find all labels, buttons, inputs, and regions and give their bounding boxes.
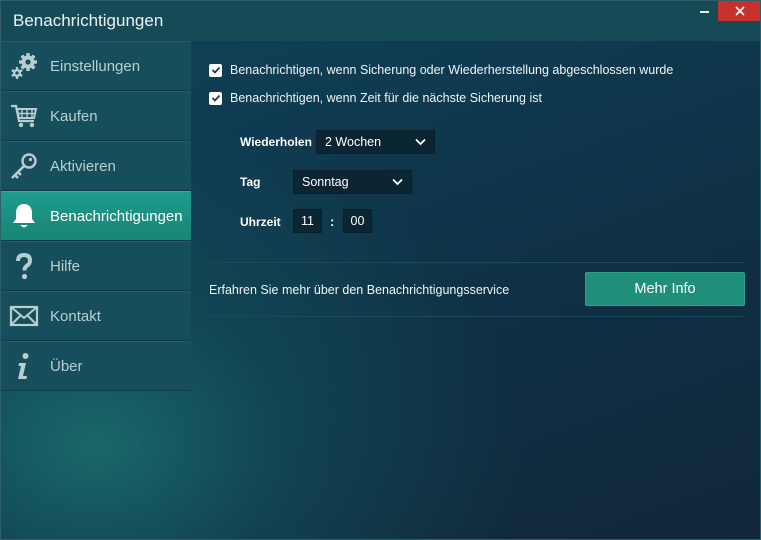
- title-bar[interactable]: Benachrichtigungen: [1, 1, 760, 41]
- mehr-info-button[interactable]: Mehr Info: [585, 272, 745, 306]
- repeat-select[interactable]: 2 Wochen: [316, 130, 435, 154]
- checkmark-icon: [211, 66, 220, 74]
- minimize-icon: [700, 11, 709, 13]
- chevron-down-icon: [392, 178, 403, 186]
- sidebar-item-label: Kaufen: [50, 108, 98, 125]
- question-icon: [9, 251, 39, 281]
- cart-icon: [9, 101, 39, 131]
- notify-backup-done-row[interactable]: Benachrichtigen, wenn Sicherung oder Wie…: [209, 61, 673, 79]
- sidebar-item-benachrichtigungen[interactable]: Benachrichtigungen: [1, 191, 191, 241]
- window-title: Benachrichtigungen: [13, 11, 164, 30]
- minimize-button[interactable]: [691, 1, 718, 21]
- close-button[interactable]: [718, 1, 760, 21]
- day-select[interactable]: Sonntag: [293, 170, 412, 194]
- sidebar: Einstellungen Kaufen Aktivieren Benachri…: [1, 41, 191, 391]
- day-label: Tag: [240, 175, 261, 189]
- time-separator: :: [330, 214, 335, 229]
- sidebar-item-label: Über: [50, 358, 83, 375]
- minute-input[interactable]: 00: [343, 209, 372, 233]
- notify-next-backup-checkbox[interactable]: [209, 91, 222, 105]
- sidebar-item-ueber[interactable]: Über: [1, 341, 191, 391]
- bell-icon: [9, 201, 39, 231]
- key-icon: [9, 151, 39, 181]
- envelope-icon: [9, 301, 39, 331]
- info-icon: [9, 351, 39, 381]
- divider-top: [209, 262, 744, 263]
- sidebar-item-label: Hilfe: [50, 258, 81, 275]
- sidebar-item-label: Kontakt: [50, 308, 101, 325]
- main-content: Benachrichtigen, wenn Sicherung oder Wie…: [191, 41, 760, 539]
- sidebar-item-kaufen[interactable]: Kaufen: [1, 91, 191, 141]
- close-icon: [735, 6, 745, 16]
- notify-next-backup-label: Benachrichtigen, wenn Zeit für die nächs…: [230, 91, 542, 105]
- sidebar-item-aktivieren[interactable]: Aktivieren: [1, 141, 191, 191]
- sidebar-item-label: Benachrichtigungen: [50, 208, 183, 225]
- notify-next-backup-row[interactable]: Benachrichtigen, wenn Zeit für die nächs…: [209, 89, 542, 107]
- divider-bottom: [209, 316, 744, 317]
- notify-backup-done-label: Benachrichtigen, wenn Sicherung oder Wie…: [230, 63, 674, 77]
- hour-input[interactable]: 11: [293, 209, 322, 233]
- sidebar-item-einstellungen[interactable]: Einstellungen: [1, 41, 191, 91]
- chevron-down-icon: [415, 138, 426, 146]
- day-select-value: Sonntag: [302, 175, 349, 189]
- sidebar-item-kontakt[interactable]: Kontakt: [1, 291, 191, 341]
- sidebar-item-hilfe[interactable]: Hilfe: [1, 241, 191, 291]
- repeat-select-value: 2 Wochen: [325, 135, 382, 149]
- repeat-label: Wiederholen: [240, 135, 312, 149]
- app-window: Benachrichtigungen Einstellungen Kaufen …: [0, 0, 761, 540]
- checkmark-icon: [211, 94, 220, 102]
- gears-icon: [9, 51, 39, 81]
- notify-backup-done-checkbox[interactable]: [209, 63, 222, 77]
- info-text: Erfahren Sie mehr über den Benachrichtig…: [209, 283, 510, 297]
- sidebar-item-label: Aktivieren: [50, 158, 116, 175]
- time-label: Uhrzeit: [240, 215, 281, 229]
- sidebar-item-label: Einstellungen: [50, 58, 141, 75]
